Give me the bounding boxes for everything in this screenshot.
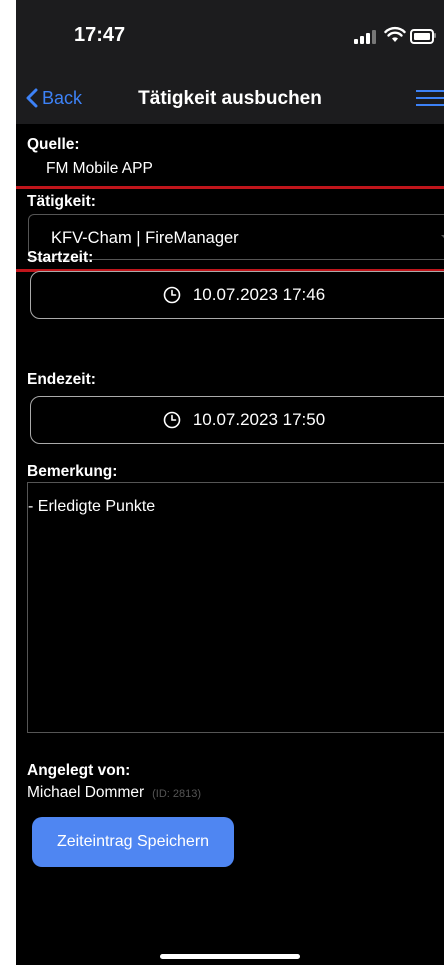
clock-icon — [163, 411, 181, 429]
start-time-label: Startzeit: — [27, 249, 94, 266]
phone-screen: 17:47 Back Tätigkeit ausbuchen Quelle: F… — [16, 0, 444, 965]
created-by-value: Michael Dommer (ID: 2813) — [27, 784, 201, 802]
end-time-picker[interactable]: 10.07.2023 17:50 — [30, 396, 444, 444]
page-title: Tätigkeit ausbuchen — [138, 88, 322, 109]
start-time-value: 10.07.2023 17:46 — [192, 285, 326, 304]
save-time-entry-button[interactable]: Zeiteintrag Speichern — [32, 817, 234, 867]
navigation-bar: Back Tätigkeit ausbuchen — [16, 72, 444, 124]
end-time-label: Endezeit: — [27, 371, 96, 388]
hamburger-menu-icon[interactable] — [416, 90, 444, 108]
battery-icon — [410, 29, 434, 44]
created-by-name: Michael Dommer — [27, 784, 145, 801]
signal-icon — [354, 28, 380, 44]
created-by-label: Angelegt von: — [27, 762, 131, 779]
source-label: Quelle: — [27, 136, 80, 153]
remark-text: - Erledigte Punkte — [28, 498, 156, 515]
clock-icon — [163, 286, 181, 304]
status-bar: 17:47 — [16, 0, 444, 72]
status-time: 17:47 — [74, 24, 126, 46]
start-time-picker[interactable]: 10.07.2023 17:46 — [30, 271, 444, 319]
remark-label: Bemerkung: — [27, 463, 118, 480]
home-indicator — [160, 954, 300, 959]
source-value: FM Mobile APP — [46, 160, 153, 177]
activity-select-value: KFV-Cham | FireManager — [51, 229, 239, 247]
activity-label: Tätigkeit: — [27, 193, 96, 210]
remark-textarea[interactable]: - Erledigte Punkte — [27, 482, 444, 733]
wifi-icon — [384, 26, 406, 42]
created-by-id: (ID: 2813) — [152, 788, 202, 800]
end-time-value: 10.07.2023 17:50 — [192, 410, 326, 429]
status-icons — [354, 26, 436, 46]
